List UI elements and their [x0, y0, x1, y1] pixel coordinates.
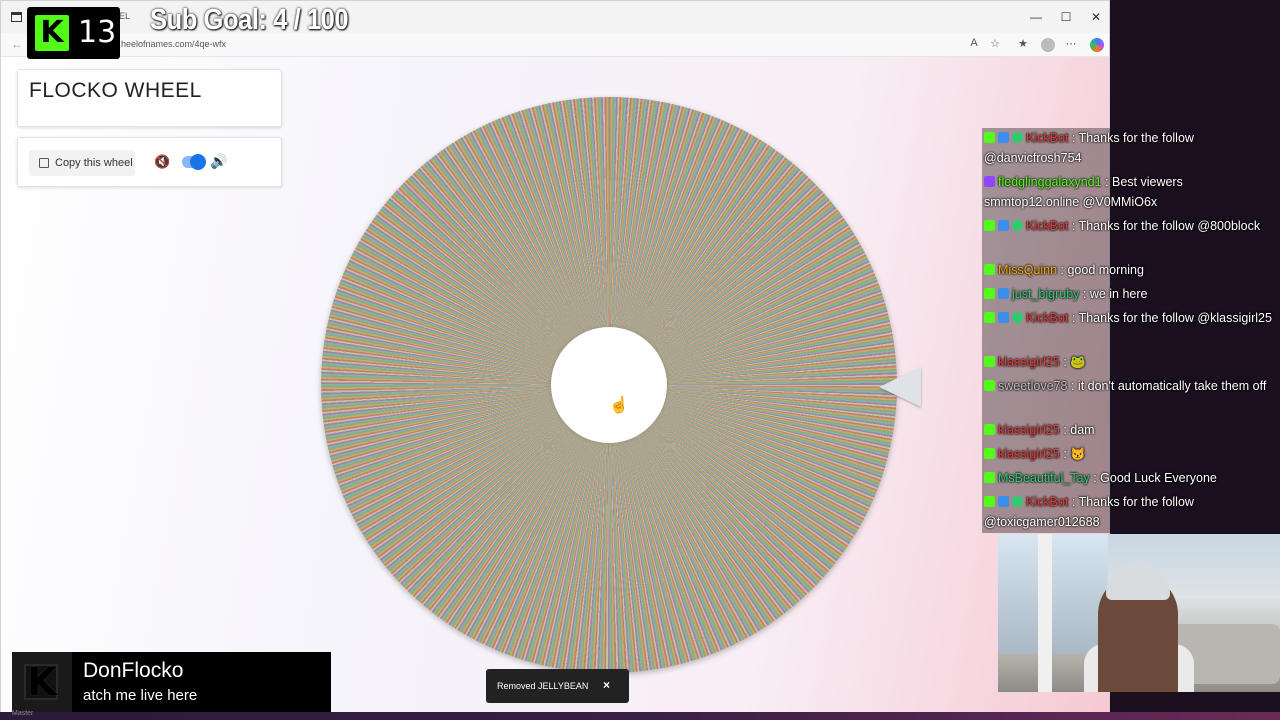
chat-message: MsBeautiful_Tay : Good Luck Everyone	[984, 468, 1278, 488]
wheel-title[interactable]: FLOCKO WHEEL	[29, 79, 202, 103]
kick-badge-icon	[984, 264, 995, 275]
chat-text: Thanks for the follow @klassigirl25	[1078, 311, 1272, 325]
chat-username[interactable]: fledglinggalaxynd1	[998, 175, 1102, 189]
verified-badge-icon	[1012, 496, 1023, 507]
mod-badge-icon	[998, 132, 1009, 143]
mod-badge-icon	[998, 496, 1009, 507]
chat-message: just_bigruby : we in here	[984, 284, 1278, 304]
chat-message: KickBot : Thanks for the follow @800bloc…	[984, 216, 1278, 236]
mod-badge-icon	[998, 288, 1009, 299]
chat-text: dam	[1070, 423, 1095, 437]
kick-badge-icon	[984, 472, 995, 483]
chat-username[interactable]: KickBot	[1026, 131, 1068, 145]
profile-avatar[interactable]	[1041, 38, 1055, 52]
copy-wheel-label: Copy this wheel	[55, 157, 133, 169]
chat-message: klassigirl25 : 🐸	[984, 352, 1278, 372]
streamer-name: DonFlocko	[83, 659, 184, 682]
copilot-icon[interactable]	[1090, 38, 1104, 52]
kick-badge-icon	[984, 356, 995, 367]
verified-badge-icon	[1012, 220, 1023, 231]
taskbar-strip	[0, 712, 1280, 720]
tab-title[interactable]: EL	[119, 11, 130, 21]
kick-badge-icon	[984, 496, 995, 507]
kick-badge-icon	[984, 380, 995, 391]
chat-message: sweetlove78 : it don't automatically tak…	[984, 376, 1278, 396]
favorite-star-icon[interactable]: ☆	[987, 37, 1003, 50]
kick-badge-icon	[984, 312, 995, 323]
mod-badge-icon	[998, 312, 1009, 323]
webcam-feed	[998, 534, 1280, 692]
chat-username[interactable]: KickBot	[1026, 495, 1068, 509]
chat-message: KickBot : Thanks for the follow @danvicf…	[984, 131, 1194, 165]
url-field[interactable]: heelofnames.com/4qe-wfx	[121, 39, 226, 49]
chat-username[interactable]: sweetlove78	[998, 379, 1068, 393]
kick-viewer-badge: K 13	[27, 7, 120, 59]
kick-badge-icon	[984, 288, 995, 299]
chat-overlay: KickBot : Thanks for the follow @danvicf…	[982, 128, 1280, 533]
kick-badge-icon	[984, 448, 995, 459]
kick-badge-icon	[984, 424, 995, 435]
chat-username[interactable]: klassigirl25	[998, 355, 1060, 369]
read-aloud-icon[interactable]: A	[966, 37, 982, 49]
mute-icon[interactable]: 🔇	[154, 154, 170, 170]
chat-message: fledglinggalaxynd1 : Best viewers smmtop…	[984, 175, 1183, 209]
volume-icon[interactable]: 🔊	[210, 153, 227, 170]
chat-message: klassigirl25 : 😾	[984, 444, 1278, 464]
sub-goal-text: Sub Goal: 4 / 100	[150, 4, 349, 36]
chat-message: KickBot : Thanks for the follow @toxicga…	[984, 495, 1194, 529]
window-menu-icon[interactable]	[11, 12, 22, 22]
verified-badge-icon	[1012, 132, 1023, 143]
chat-message: klassigirl25 : dam	[984, 420, 1278, 440]
chat-username[interactable]: klassigirl25	[998, 423, 1060, 437]
close-icon[interactable]: ✕	[1081, 7, 1111, 27]
verified-badge-icon	[1012, 312, 1023, 323]
minimize-icon[interactable]: —	[1021, 7, 1051, 27]
toast-message: Removed JELLYBEAN	[497, 681, 589, 691]
copy-icon	[39, 158, 49, 168]
chat-username[interactable]: MissQuinn	[998, 263, 1057, 277]
chat-username[interactable]: MsBeautiful_Tay	[998, 471, 1090, 485]
stream-frame: EL — ☐ ✕ ← heelofnames.com/4qe-wfx A ☆ ★…	[0, 0, 1280, 720]
mod-badge-icon	[998, 220, 1009, 231]
chat-text: Good Luck Everyone	[1100, 471, 1217, 485]
kick-count: 13	[78, 15, 117, 50]
copy-wheel-button[interactable]: Copy this wheel	[29, 150, 135, 176]
kick-badge-icon	[984, 132, 995, 143]
footer-tag: Master	[12, 710, 34, 717]
sound-toggle[interactable]	[182, 154, 206, 170]
chat-username[interactable]: just_bigruby	[1012, 287, 1079, 301]
more-menu-icon[interactable]: ⋯	[1063, 37, 1079, 50]
wheel-center-hub[interactable]	[551, 327, 667, 443]
kick-logo-icon: K	[35, 15, 69, 51]
chat-message: KickBot : Thanks for the follow @klassig…	[984, 308, 1278, 328]
toast-close-button[interactable]: ×	[603, 678, 610, 692]
streamer-tagline: atch me live here	[83, 687, 198, 704]
favorites-icon[interactable]: ★	[1015, 37, 1031, 50]
chat-text: we in here	[1089, 287, 1148, 301]
wheel-controls-card: Copy this wheel 🔇 🔊	[17, 137, 282, 187]
toast-notification: Removed JELLYBEAN ×	[486, 669, 629, 703]
chat-text: Thanks for the follow @800block	[1078, 219, 1261, 233]
wheel-pointer-icon	[879, 367, 921, 407]
hand-cursor-icon: ☝	[609, 397, 629, 414]
wheel-page: FLOCKO WHEEL Copy this wheel 🔇 🔊 ☝ Remov…	[1, 57, 1109, 712]
browser-window: EL — ☐ ✕ ← heelofnames.com/4qe-wfx A ☆ ★…	[0, 0, 1110, 712]
chat-username[interactable]: KickBot	[1026, 311, 1068, 325]
twitch-badge-icon	[984, 176, 995, 187]
chat-username[interactable]: klassigirl25	[998, 447, 1060, 461]
chat-text: 😾	[1070, 447, 1086, 461]
streamer-banner: K DonFlocko atch me live here	[12, 652, 331, 712]
chat-username[interactable]: KickBot	[1026, 219, 1068, 233]
maximize-icon[interactable]: ☐	[1051, 7, 1081, 27]
kick-badge-icon	[984, 220, 995, 231]
back-arrow-icon[interactable]: ←	[11, 37, 23, 51]
kick-logo-icon: K	[12, 652, 72, 712]
chat-text: good morning	[1067, 263, 1144, 277]
wheel-title-card: FLOCKO WHEEL	[17, 69, 282, 127]
chat-text: 🐸	[1070, 355, 1086, 369]
chat-text: it don't automatically take them off	[1077, 379, 1267, 393]
chat-message: MissQuinn : good morning	[984, 260, 1278, 280]
